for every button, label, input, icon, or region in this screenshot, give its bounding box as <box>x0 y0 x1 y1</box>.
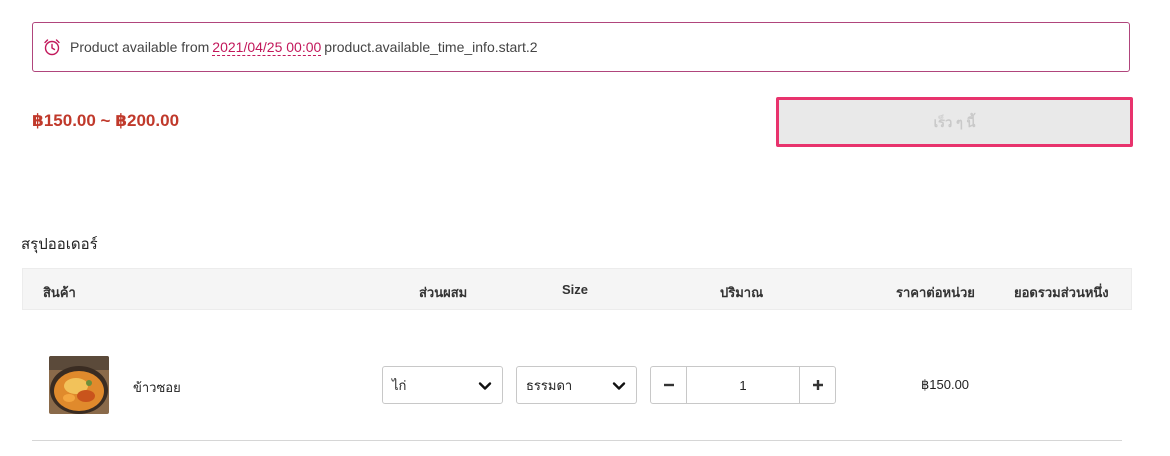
product-name[interactable]: ข้าวซอย <box>133 377 181 398</box>
header-mix: ส่วนผสม <box>419 285 468 300</box>
order-summary-title: สรุปออเดอร์ <box>21 236 98 253</box>
coming-soon-button[interactable]: เร็ว ๆ นี้ <box>776 97 1133 147</box>
unit-price: ฿150.00 <box>921 377 970 392</box>
chevron-down-icon <box>478 382 492 390</box>
mix-select[interactable]: ไก่ <box>382 366 503 404</box>
quantity-input[interactable]: 1 <box>687 367 799 403</box>
product-thumbnail[interactable] <box>49 356 109 414</box>
increase-quantity-button[interactable] <box>799 367 835 403</box>
chevron-down-icon <box>612 382 626 390</box>
alarm-clock-icon <box>43 38 61 56</box>
plus-icon <box>812 380 823 390</box>
order-table-header: สินค้า ส่วนผสม Size ปริมาณ ราคาต่อหน่วย … <box>22 268 1132 310</box>
price-range: ฿150.00 ~ ฿200.00 <box>32 111 180 130</box>
availability-prefix: Product available from <box>70 39 210 55</box>
availability-notice: Product available from 2021/04/25 00:00 … <box>32 22 1130 72</box>
header-subtotal: ยอดรวมส่วนหนึ่ง <box>1014 285 1109 300</box>
header-size: Size <box>562 282 589 297</box>
size-select[interactable]: ธรรมดา <box>516 366 637 404</box>
header-quantity: ปริมาณ <box>720 285 764 300</box>
quantity-stepper[interactable]: 1 <box>650 366 836 404</box>
size-select-value: ธรรมดา <box>526 377 573 393</box>
availability-suffix: product.available_time_info.start.2 <box>324 39 538 55</box>
decrease-quantity-button[interactable] <box>651 367 687 403</box>
row-divider <box>32 440 1122 441</box>
availability-date[interactable]: 2021/04/25 00:00 <box>212 39 322 56</box>
minus-icon <box>663 383 674 387</box>
header-unit-price: ราคาต่อหน่วย <box>896 285 975 300</box>
header-product: สินค้า <box>43 285 76 300</box>
coming-soon-label: เร็ว ๆ นี้ <box>933 114 976 130</box>
mix-select-value: ไก่ <box>392 377 407 393</box>
